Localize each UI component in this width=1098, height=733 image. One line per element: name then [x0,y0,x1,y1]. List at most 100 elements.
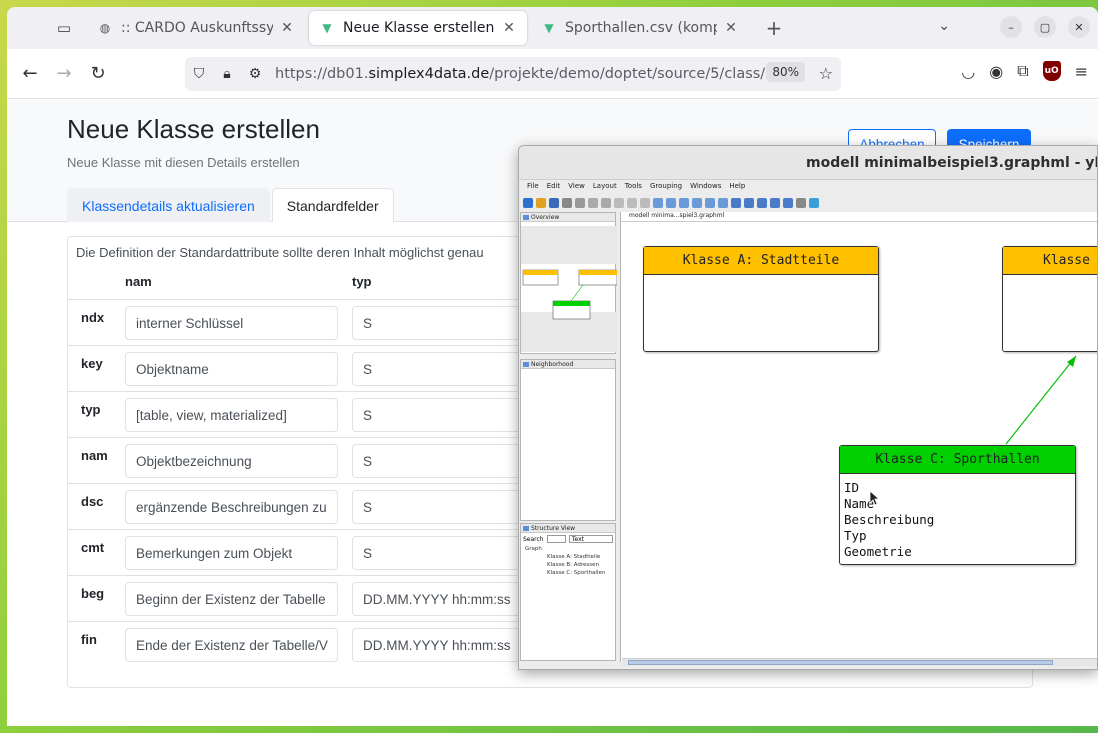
ublock-icon[interactable]: uO [1042,61,1061,81]
url-host: simplex4data.de [368,66,490,82]
tab-bar: ▭ ◍ :: CARDO Auskunftssyster ✕ ▼ Neue Kl… [7,7,1098,49]
new-file-icon[interactable] [523,198,533,208]
undo-icon[interactable] [627,198,637,208]
tab-cardo[interactable]: ◍ :: CARDO Auskunftssyster ✕ [87,11,305,45]
nam-input[interactable]: Objektbezeichnung [125,444,338,478]
paste-icon[interactable] [601,198,611,208]
grid-icon[interactable] [770,198,780,208]
nam-input[interactable]: Ende der Existenz der Tabelle/V [125,628,338,662]
tree-item[interactable]: Klasse C: Sporthallen [525,569,615,577]
tab-neue-klasse[interactable]: ▼ Neue Klasse erstellen ✕ [309,11,527,45]
nam-input[interactable]: Beginn der Existenz der Tabelle [125,582,338,616]
overview-panel: Overview [520,212,618,354]
menu-file[interactable]: File [527,182,539,194]
row-key: fin [81,632,97,647]
menu-layout[interactable]: Layout [593,182,617,194]
extensions-icon[interactable]: ⧉ [1017,61,1028,81]
shield-icon[interactable]: ⛉ [185,66,213,82]
neighborhood-panel: Neighborhood [520,359,616,521]
url-text[interactable]: https://db01.simplex4data.de/projekte/de… [275,66,795,82]
chevron-down-icon[interactable]: ⌄ [938,18,950,34]
tab-sporthallen[interactable]: ▼ Sporthallen.csv (komplett ✕ [531,11,749,45]
edge-c-to-b[interactable] [1005,355,1077,445]
vue-logo-icon: ▼ [322,21,332,35]
yed-toolbar [519,195,1097,211]
structure-panel: Structure View Search Text Graph Klasse … [520,523,616,661]
nam-input[interactable]: interner Schlüssel [125,306,338,340]
scrollbar-thumb[interactable] [628,660,1053,665]
bookmark-star-icon[interactable]: ☆ [819,64,833,83]
zoom-fit-icon[interactable] [679,198,689,208]
menu-icon[interactable]: ≡ [1075,62,1088,81]
node-klasse-b[interactable]: Klasse B: Adressen [1002,246,1097,352]
magic-icon[interactable] [809,198,819,208]
tab-standardfelder[interactable]: Standardfelder [271,188,394,222]
tools-icon[interactable] [796,198,806,208]
tab-list-icon[interactable]: ▭ [49,13,79,43]
node-fields: ID Name Beschreibung Typ Geometrie [840,474,1075,560]
print-icon[interactable] [562,198,572,208]
column-header-nam: nam [125,274,152,289]
snap-icon[interactable] [783,198,793,208]
delete-icon[interactable] [614,198,624,208]
row-key: key [81,356,103,371]
menu-edit[interactable]: Edit [547,182,561,194]
close-icon[interactable]: ✕ [723,20,739,36]
menu-view[interactable]: View [568,182,585,194]
graph-canvas[interactable]: modell minima...spiel3.graphml Klasse A:… [620,212,1097,662]
menu-help[interactable]: Help [729,182,745,194]
copy-icon[interactable] [588,198,598,208]
menu-windows[interactable]: Windows [690,182,721,194]
minimize-button[interactable]: – [1000,16,1022,38]
maximize-button[interactable]: ▢ [1034,16,1056,38]
tab-title: Neue Klasse erstellen [343,20,495,36]
redo-icon[interactable] [640,198,650,208]
close-icon[interactable]: ✕ [279,20,295,36]
fit-content-icon[interactable] [718,198,728,208]
overview-icon[interactable] [757,198,767,208]
zoom-selection-icon[interactable] [705,198,715,208]
nam-input[interactable]: Objektname [125,352,338,386]
lock-icon[interactable]: 🔒︎ [213,66,241,82]
save-icon[interactable] [549,198,559,208]
nam-input[interactable]: [table, view, materialized] [125,398,338,432]
close-icon[interactable]: ✕ [501,20,517,36]
search-mode-select[interactable]: Text [568,535,613,543]
menu-tools[interactable]: Tools [625,182,642,194]
account-icon[interactable]: ◉ [989,62,1003,81]
tree-item[interactable]: Klasse A: Stadtteile [525,553,615,561]
node-klasse-a[interactable]: Klasse A: Stadtteile [643,246,879,352]
globe-icon: ◍ [99,21,111,35]
back-button[interactable]: ← [13,57,47,91]
zoom-in-icon[interactable] [653,198,663,208]
url-bar[interactable]: ⛉ 🔒︎ ⚙ https://db01.simplex4data.de/proj… [185,57,841,91]
zoom-level[interactable]: 80% [766,62,805,82]
zoom-out-icon[interactable] [666,198,676,208]
reload-button[interactable]: ↻ [81,57,115,91]
permissions-icon[interactable]: ⚙ [241,66,269,82]
tree-root[interactable]: Graph [525,545,615,553]
move-icon[interactable] [744,198,754,208]
tree-item[interactable]: Klasse B: Adressen [525,561,615,569]
new-tab-button[interactable]: + [759,16,789,40]
open-file-icon[interactable] [536,198,546,208]
tab-title: :: CARDO Auskunftssyster [121,20,273,36]
horizontal-scrollbar[interactable] [622,658,1097,666]
card-description: Die Definition der Standardattribute sol… [76,245,484,260]
menu-grouping[interactable]: Grouping [650,182,682,194]
panel-title: Overview [521,213,615,222]
forward-button[interactable]: → [47,57,81,91]
edit-mode-icon[interactable] [731,198,741,208]
tab-klassendetails[interactable]: Klassendetails aktualisieren [67,188,270,222]
yed-title: modell minimalbeispiel3.graphml - yEd [806,155,1098,171]
cut-icon[interactable] [575,198,585,208]
yed-titlebar[interactable]: modell minimalbeispiel3.graphml - yEd [519,146,1097,180]
overview-minimap[interactable] [521,222,618,354]
nam-input[interactable]: ergänzende Beschreibungen zu [125,490,338,524]
row-key: dsc [81,494,104,509]
close-window-button[interactable]: ✕ [1068,16,1090,38]
structure-search-input[interactable] [546,535,566,543]
nam-input[interactable]: Bemerkungen zum Objekt [125,536,338,570]
pocket-icon[interactable]: ◡ [961,62,975,81]
zoom-icon[interactable] [692,198,702,208]
